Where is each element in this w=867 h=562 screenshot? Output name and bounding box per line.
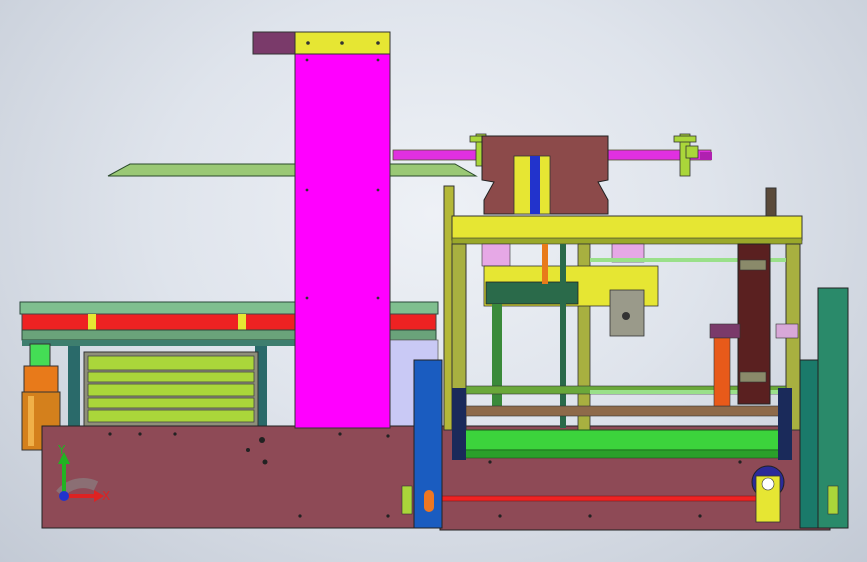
base-red-rod [439,495,777,502]
magenta-column [252,31,391,429]
green-bar [457,429,789,451]
triad-y-label: Y [57,443,66,457]
right-motor-wheel [751,465,785,523]
left-arm [107,163,296,177]
cad-viewport[interactable]: Y X [0,0,867,562]
right-arm [389,163,478,177]
triad-x-label: X [102,489,110,503]
assembly-model[interactable]: Y X [0,0,867,562]
conveyor-box [83,351,259,427]
top-brown-block [481,135,609,215]
right-brown-column [709,243,799,407]
